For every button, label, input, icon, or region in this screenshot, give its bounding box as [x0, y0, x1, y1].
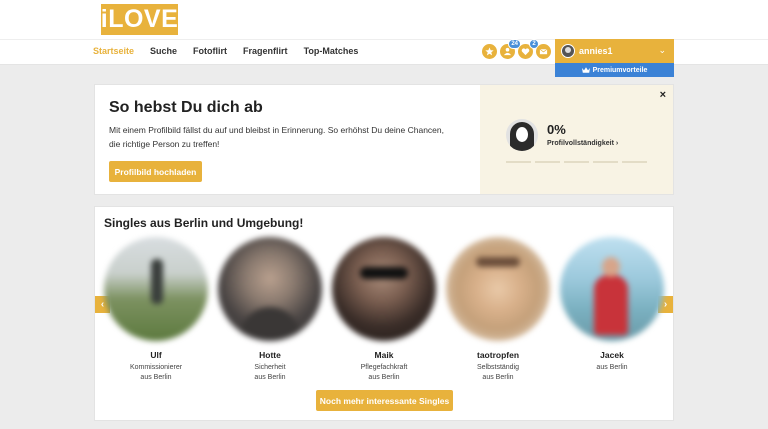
visitors-button[interactable]: 24: [500, 39, 521, 59]
single-profile-card[interactable]: Maik Pflegefachkraft aus Berlin: [332, 237, 436, 383]
profile-location: aus Berlin: [368, 374, 400, 381]
profile-job: Sicherheit: [254, 364, 286, 371]
nav-top-matches[interactable]: Top-Matches: [304, 46, 359, 56]
singles-nearby-card: Singles aus Berlin und Umgebung! ‹ › Ulf…: [94, 206, 674, 421]
profile-name: Jacek: [600, 350, 624, 360]
card-title: So hebst Du dich ab: [109, 99, 263, 116]
profile-name: Hotte: [259, 350, 281, 360]
profile-name: Ulf: [150, 350, 162, 360]
completeness-percent: 0%: [547, 122, 566, 137]
crown-icon: [581, 67, 590, 73]
avatar: [561, 44, 575, 58]
avatar-placeholder: [506, 119, 538, 151]
likes-icon: [521, 48, 530, 56]
profile-completeness-panel: × 0% Profilvollständigkeit ›: [480, 85, 673, 194]
single-profile-card[interactable]: taotropfen Selbstständig aus Berlin: [446, 237, 550, 383]
profile-location: aus Berlin: [254, 374, 286, 381]
profile-photo: [560, 237, 664, 341]
mail-icon: [539, 48, 548, 55]
user-menu-toggle[interactable]: annies1 ⌄: [555, 39, 674, 63]
nav-suche[interactable]: Suche: [150, 46, 177, 56]
more-singles-button[interactable]: Noch mehr interessante Singles: [316, 390, 453, 411]
upload-profile-photo-button[interactable]: Profilbild hochladen: [109, 161, 202, 182]
nav-startseite[interactable]: Startseite: [93, 46, 134, 56]
top-header: iLOVE: [0, 0, 768, 39]
chevron-down-icon: ⌄: [658, 45, 666, 55]
profile-location: aus Berlin: [482, 374, 514, 381]
profile-photo: [104, 237, 208, 341]
chevron-right-icon: ›: [663, 299, 668, 310]
profile-name: Maik: [374, 350, 394, 360]
favorites-star-button[interactable]: [482, 44, 497, 59]
profile-photo: [446, 237, 550, 341]
nav-fotoflirt[interactable]: Fotoflirt: [193, 46, 227, 56]
profile-location: aus Berlin: [140, 374, 172, 381]
likes-button[interactable]: 2: [518, 39, 539, 59]
completeness-progress-bar: [506, 161, 647, 163]
completeness-link[interactable]: Profilvollständigkeit ›: [547, 140, 618, 147]
chevron-right-icon: ›: [615, 140, 619, 147]
profile-name: taotropfen: [476, 350, 520, 360]
single-profile-card[interactable]: Hotte Sicherheit aus Berlin: [218, 237, 322, 383]
logo-text: iLOVE: [100, 5, 179, 33]
card-description: Mit einem Profilbild fällst du auf und b…: [109, 125, 444, 149]
single-profile-card[interactable]: Jacek aus Berlin: [560, 237, 664, 373]
star-icon: [485, 47, 494, 56]
premium-benefits-button[interactable]: Premiumvorteile: [555, 63, 674, 77]
single-profile-card[interactable]: Ulf Kommissionierer aus Berlin: [104, 237, 208, 383]
profile-job: Pflegefachkraft: [360, 364, 408, 371]
profile-job: Kommissionierer: [129, 364, 183, 371]
premium-label: Premiumvorteile: [592, 66, 648, 74]
profile-photo: [332, 237, 436, 341]
completeness-label: Profilvollständigkeit: [547, 140, 614, 147]
nav-fragenflirt[interactable]: Fragenflirt: [243, 46, 288, 56]
messages-button[interactable]: [536, 44, 551, 59]
username-label: annies1: [579, 46, 613, 56]
profile-photo: [218, 237, 322, 341]
section-title: Singles aus Berlin und Umgebung!: [104, 216, 304, 230]
profile-location: aus Berlin: [596, 364, 628, 371]
ilove-logo[interactable]: iLOVE: [101, 4, 178, 35]
close-icon[interactable]: ×: [660, 89, 666, 101]
profile-job: Selbstständig: [476, 364, 520, 371]
profile-photo-prompt-card: So hebst Du dich ab Mit einem Profilbild…: [94, 84, 674, 195]
